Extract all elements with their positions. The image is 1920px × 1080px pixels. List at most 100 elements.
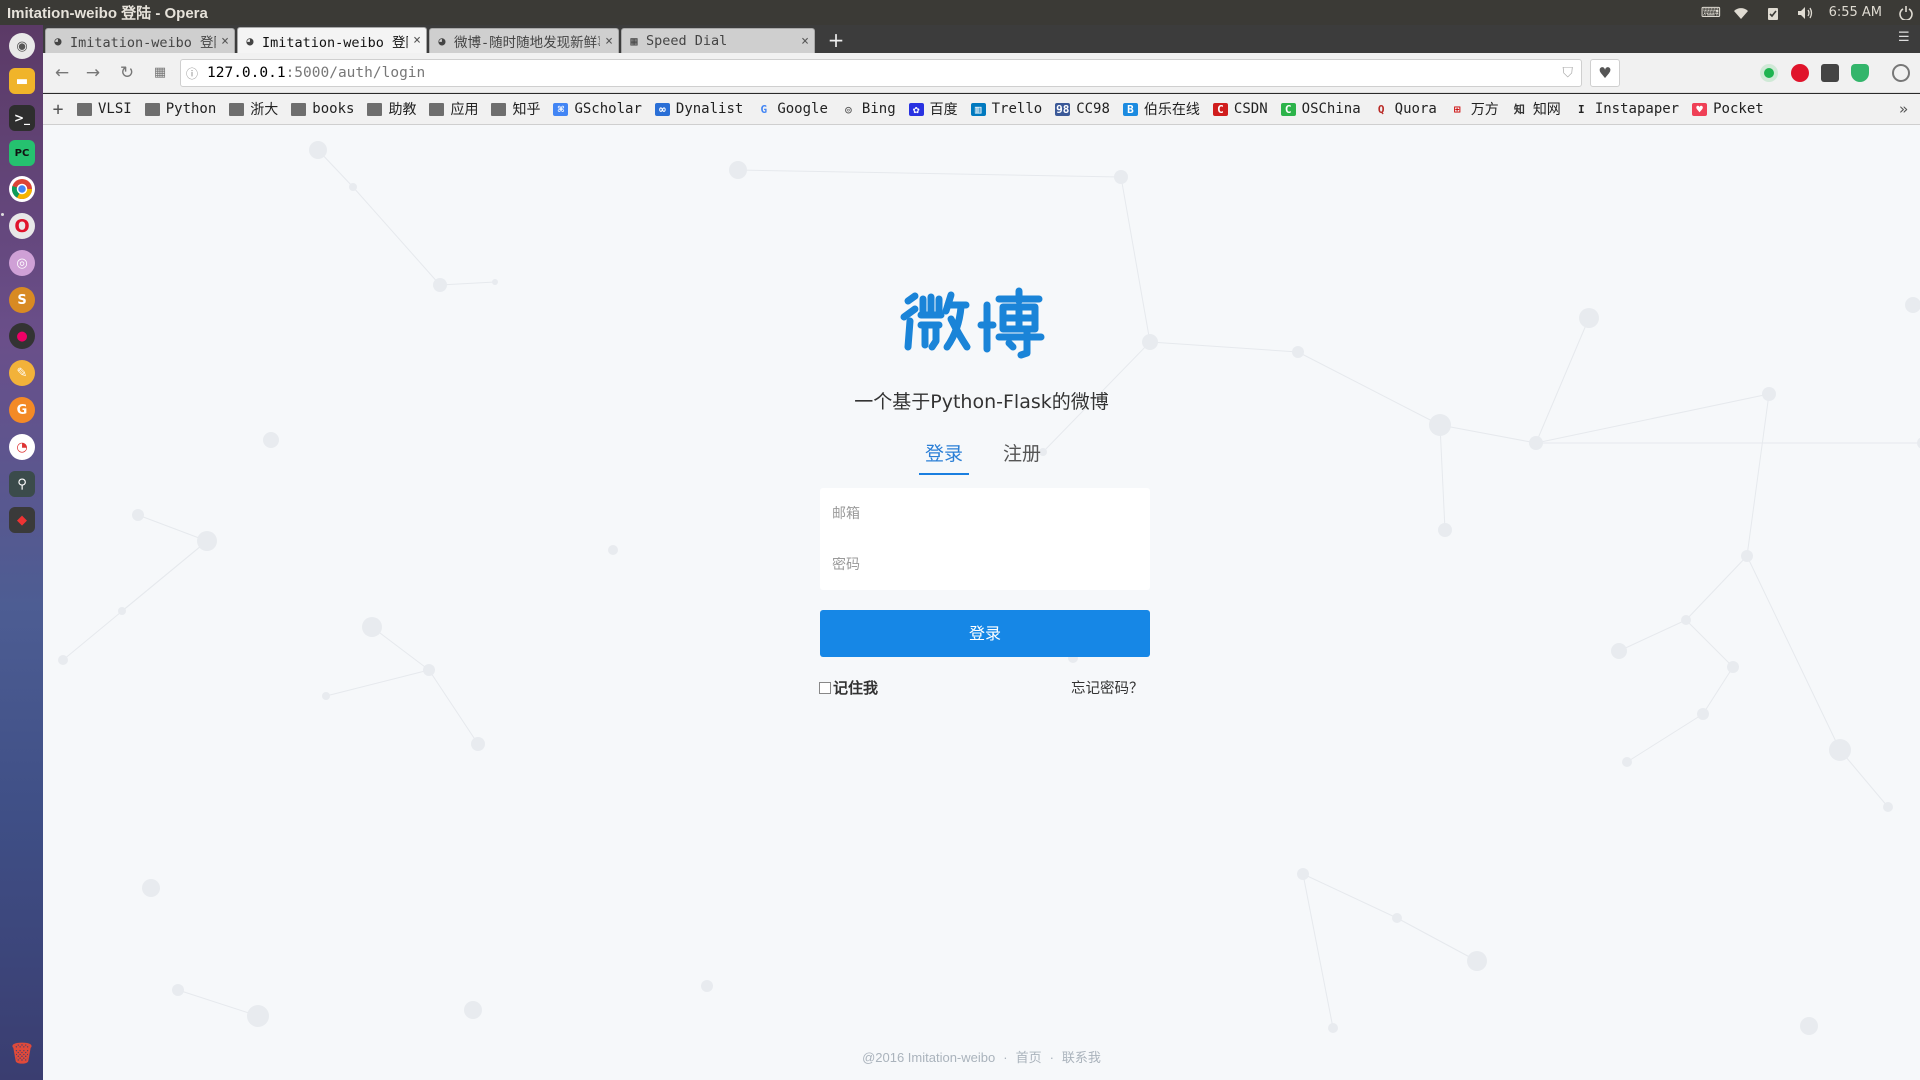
- pycharm-icon[interactable]: PC: [9, 140, 35, 166]
- reload-icon[interactable]: ↻: [117, 63, 137, 83]
- footer-home-link[interactable]: 首页: [1016, 1050, 1042, 1065]
- bookmark-csdn[interactable]: C CSDN: [1212, 101, 1268, 117]
- app-icon[interactable]: ●: [9, 323, 35, 349]
- address-bar[interactable]: ⓘ 127.0.0.1:5000/auth/login ⛉: [180, 59, 1582, 87]
- forward-icon[interactable]: →: [83, 63, 103, 83]
- add-bookmark-button[interactable]: +: [43, 99, 73, 120]
- tab-menu-icon[interactable]: ☰: [1898, 31, 1912, 45]
- bookmark-应用[interactable]: 应用: [429, 99, 478, 119]
- pie-icon[interactable]: ◔: [9, 434, 35, 460]
- remember-me[interactable]: 记住我: [819, 677, 878, 698]
- download-icon[interactable]: [1892, 64, 1910, 82]
- bookmark-bing[interactable]: ◎ Bing: [841, 101, 896, 117]
- site-info-icon[interactable]: ⓘ: [181, 65, 203, 82]
- ubuntu-dash-icon[interactable]: ◉: [9, 33, 35, 59]
- tab-strip: ◕ Imitation-weibo 登陆 × ◕ Imitation-weibo…: [43, 25, 1920, 53]
- bookmark-百度[interactable]: ✿ 百度: [908, 99, 958, 119]
- folder-icon: [229, 102, 245, 116]
- remember-me-checkbox[interactable]: [819, 681, 831, 694]
- email-field-wrapper: [820, 488, 1150, 539]
- bookmark-万方[interactable]: ⊞ 万方: [1450, 99, 1499, 119]
- bookmark-trello[interactable]: ▥ Trello: [970, 101, 1042, 117]
- heart-icon[interactable]: ♥: [1590, 59, 1620, 87]
- network-dot: [247, 1005, 269, 1027]
- network-dot: [433, 278, 447, 292]
- bookmark-gscholar[interactable]: ⌘ GScholar: [553, 101, 642, 117]
- app-icon[interactable]: ⚲: [9, 471, 35, 497]
- bookmark-知网[interactable]: 知知网: [1512, 99, 1561, 119]
- login-button[interactable]: 登录: [820, 610, 1150, 657]
- bookmark-books[interactable]: books: [291, 101, 354, 117]
- speed-dial-icon[interactable]: ▦: [150, 63, 170, 83]
- keyboard-icon[interactable]: ⌨: [1701, 6, 1721, 20]
- bookmark-oschina[interactable]: C OSChina: [1280, 101, 1361, 117]
- volume-icon[interactable]: [1797, 6, 1813, 20]
- bookmark-instapaper[interactable]: I Instapaper: [1574, 101, 1679, 117]
- tab-title: Speed Dial: [646, 33, 728, 49]
- clipboard-icon[interactable]: [1765, 6, 1781, 20]
- weibo-icon: ◕: [246, 33, 254, 48]
- network-dot: [701, 980, 713, 992]
- app-icon[interactable]: ◎: [9, 250, 35, 276]
- password-input[interactable]: [832, 556, 1132, 573]
- tab-register[interactable]: 注册: [997, 439, 1047, 475]
- sublime-icon[interactable]: S: [9, 287, 35, 313]
- bookmark-dynalist[interactable]: ∞ Dynalist: [654, 101, 744, 117]
- tab[interactable]: ◕ 微博-随时随地发现新鲜事 ×: [429, 28, 619, 53]
- bookmark-python[interactable]: Python: [144, 101, 217, 117]
- wifi-icon[interactable]: [1733, 6, 1749, 20]
- bookmark-vlsi[interactable]: VLSI: [77, 101, 132, 117]
- footer-contact-link[interactable]: 联系我: [1062, 1050, 1101, 1065]
- email-input[interactable]: [832, 505, 1132, 522]
- bookmark-浙大[interactable]: 浙大: [229, 99, 278, 119]
- new-tab-button[interactable]: +: [825, 29, 847, 51]
- opera-vpn-icon[interactable]: [1791, 64, 1809, 82]
- trash-icon[interactable]: 🗑: [9, 1040, 35, 1066]
- more-bookmarks-button[interactable]: »: [1899, 100, 1908, 118]
- network-dot: [263, 432, 279, 448]
- close-icon[interactable]: ×: [796, 34, 814, 49]
- terminal-icon[interactable]: >_: [9, 105, 35, 131]
- folder-icon: [144, 102, 160, 116]
- network-dot: [1529, 436, 1543, 450]
- bookmark-pocket[interactable]: ♥ Pocket: [1692, 101, 1764, 117]
- files-icon[interactable]: ▬: [9, 68, 35, 94]
- power-icon[interactable]: [1898, 5, 1914, 21]
- login-form: [820, 488, 1150, 590]
- bookmark-助教[interactable]: 助教: [367, 99, 416, 119]
- bookmark-cc98[interactable]: 98 CC98: [1055, 101, 1110, 117]
- network-dot: [1142, 334, 1158, 350]
- opera-icon[interactable]: O: [9, 213, 35, 239]
- close-icon[interactable]: ×: [408, 33, 426, 48]
- bookmark-伯乐在线[interactable]: B 伯乐在线: [1122, 99, 1200, 119]
- extension-icon[interactable]: [1760, 64, 1778, 82]
- trello-icon: ▥: [970, 102, 986, 116]
- bookmark-google[interactable]: G Google: [756, 101, 828, 117]
- app-icon[interactable]: ✎: [9, 360, 35, 386]
- chrome-icon[interactable]: [9, 176, 35, 202]
- tab[interactable]: ▦ Speed Dial ×: [621, 28, 815, 53]
- app-icon[interactable]: G: [9, 397, 35, 423]
- shield-check-icon[interactable]: [1851, 64, 1869, 82]
- quora-icon: Q: [1377, 102, 1385, 116]
- close-icon[interactable]: ×: [216, 34, 234, 49]
- bookmark-label: Python: [165, 101, 217, 117]
- tab[interactable]: ◕ Imitation-weibo 登陆 ×: [45, 28, 235, 53]
- csdn-icon: C: [1212, 102, 1228, 116]
- footer-copyright: @2016 Imitation-weibo: [862, 1050, 996, 1065]
- bookmark-quora[interactable]: Q Quora: [1374, 101, 1437, 117]
- close-icon[interactable]: ×: [600, 34, 618, 49]
- jobbole-icon: B: [1122, 102, 1138, 116]
- app-icon[interactable]: ◆: [9, 507, 35, 533]
- shield-icon[interactable]: ⛉: [1563, 65, 1574, 81]
- bookmark-知乎[interactable]: 知乎: [491, 99, 540, 119]
- extension-icon[interactable]: [1821, 64, 1839, 82]
- url-text[interactable]: 127.0.0.1:5000/auth/login: [203, 65, 425, 81]
- back-icon[interactable]: ←: [52, 63, 72, 83]
- bookmark-label: Dynalist: [675, 101, 744, 117]
- tab-active[interactable]: ◕ Imitation-weibo 登陆 ×: [237, 27, 427, 53]
- forgot-password-link[interactable]: 忘记密码？: [1071, 677, 1144, 698]
- clock[interactable]: 6:55 AM: [1829, 5, 1882, 20]
- bookmark-label: 知网: [1532, 102, 1561, 118]
- tab-login[interactable]: 登录: [919, 439, 969, 475]
